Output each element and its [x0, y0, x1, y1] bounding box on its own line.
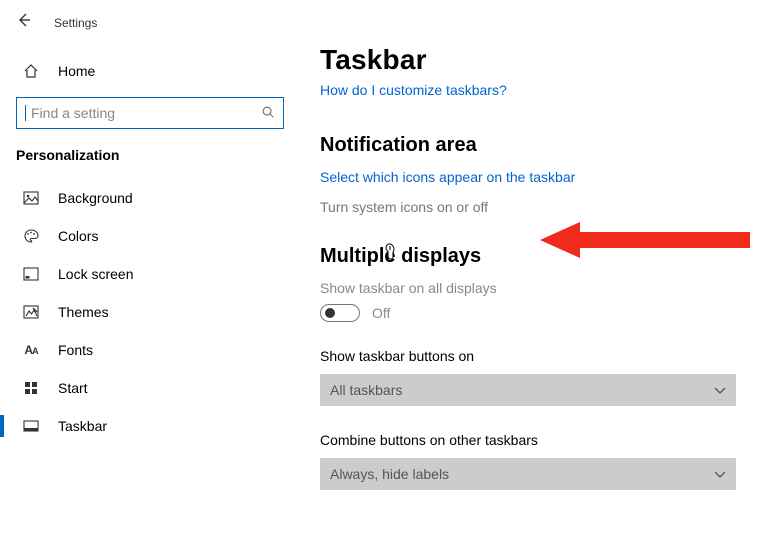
section-multiple-displays: Multiple displays [320, 245, 748, 268]
themes-icon [22, 305, 40, 319]
search-icon [261, 105, 275, 122]
image-icon [22, 191, 40, 205]
chevron-down-icon [714, 383, 726, 398]
section-notification-area: Notification area [320, 134, 748, 157]
taskbar-icon [22, 420, 40, 432]
chevron-down-icon [714, 467, 726, 482]
sidebar-item-colors[interactable]: Colors [0, 217, 300, 255]
start-icon [22, 381, 40, 395]
sidebar-item-lockscreen[interactable]: Lock screen [0, 255, 300, 293]
sidebar-item-start[interactable]: Start [0, 369, 300, 407]
link-system-icons[interactable]: Turn system icons on or off [320, 199, 488, 215]
lockscreen-icon [22, 267, 40, 281]
combine-buttons-dropdown[interactable]: Always, hide labels [320, 458, 736, 490]
category-label: Personalization [0, 147, 300, 169]
sidebar-item-label: Start [58, 380, 88, 396]
combine-buttons-label: Combine buttons on other taskbars [320, 432, 748, 448]
sidebar-item-fonts[interactable]: AA Fonts [0, 331, 300, 369]
fonts-icon: AA [22, 343, 40, 357]
main-content: Taskbar How do I customize taskbars? Not… [300, 0, 768, 535]
show-buttons-label: Show taskbar buttons on [320, 348, 748, 364]
sidebar-item-label: Colors [58, 228, 98, 244]
help-link[interactable]: How do I customize taskbars? [320, 82, 507, 98]
page-title: Taskbar [320, 44, 748, 76]
sidebar-item-background[interactable]: Background [0, 179, 300, 217]
sidebar-item-label: Lock screen [58, 266, 133, 282]
link-select-icons[interactable]: Select which icons appear on the taskbar [320, 169, 575, 185]
search-field[interactable] [29, 104, 261, 122]
sidebar-item-label: Background [58, 190, 133, 206]
home-label: Home [58, 63, 95, 79]
home-icon [22, 63, 40, 79]
show-taskbar-label: Show taskbar on all displays [320, 280, 748, 296]
sidebar-item-label: Fonts [58, 342, 93, 358]
sidebar: Settings Home Personalization [0, 0, 300, 535]
show-taskbar-toggle[interactable] [320, 304, 360, 322]
back-button[interactable] [16, 12, 32, 33]
sidebar-item-home[interactable]: Home [0, 53, 300, 89]
search-input[interactable] [16, 97, 284, 129]
palette-icon [22, 228, 40, 244]
sidebar-item-label: Themes [58, 304, 109, 320]
sidebar-item-taskbar[interactable]: Taskbar [0, 407, 300, 445]
dropdown-value: All taskbars [330, 382, 402, 398]
sidebar-item-themes[interactable]: Themes [0, 293, 300, 331]
window-title: Settings [54, 16, 97, 30]
show-buttons-dropdown[interactable]: All taskbars [320, 374, 736, 406]
toggle-state-label: Off [372, 305, 390, 321]
dropdown-value: Always, hide labels [330, 466, 449, 482]
sidebar-item-label: Taskbar [58, 418, 107, 434]
